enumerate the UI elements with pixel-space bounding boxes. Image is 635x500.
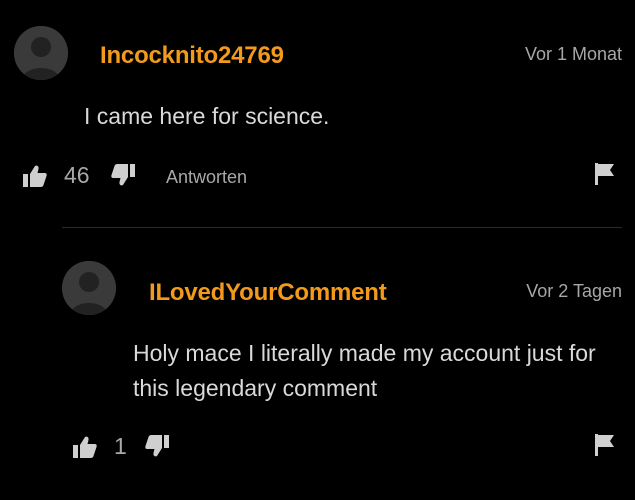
username[interactable]: ILovedYourComment xyxy=(149,279,387,307)
reply-button[interactable]: Antworten xyxy=(166,167,247,188)
comment-text: Holy mace I literally made my account ju… xyxy=(133,340,596,401)
comment-1: Incocknito24769 Vor 1 Monat I came here … xyxy=(0,0,635,220)
flag-icon[interactable] xyxy=(595,434,615,461)
like-count: 1 xyxy=(114,433,127,459)
like-count: 46 xyxy=(64,162,90,188)
thumbs-up-icon[interactable] xyxy=(73,436,97,458)
flag-icon[interactable] xyxy=(595,163,615,190)
username[interactable]: Incocknito24769 xyxy=(100,42,284,70)
timestamp: Vor 1 Monat xyxy=(524,44,622,64)
avatar[interactable] xyxy=(14,26,68,80)
timestamp: Vor 2 Tagen xyxy=(526,281,622,301)
thumbs-down-icon[interactable] xyxy=(145,435,169,457)
avatar-placeholder-icon xyxy=(62,261,116,315)
thumbs-up-icon[interactable] xyxy=(23,165,47,187)
comment-2: ILovedYourComment Vor 2 Tagen Holy mace … xyxy=(0,228,635,500)
thumbs-down-icon[interactable] xyxy=(111,164,135,186)
comment-text: I came here for science. xyxy=(84,103,330,129)
comment-actions: 46 Antworten xyxy=(0,160,635,190)
comment-actions: 1 xyxy=(0,431,635,461)
avatar[interactable] xyxy=(62,261,116,315)
avatar-placeholder-icon xyxy=(14,26,68,80)
